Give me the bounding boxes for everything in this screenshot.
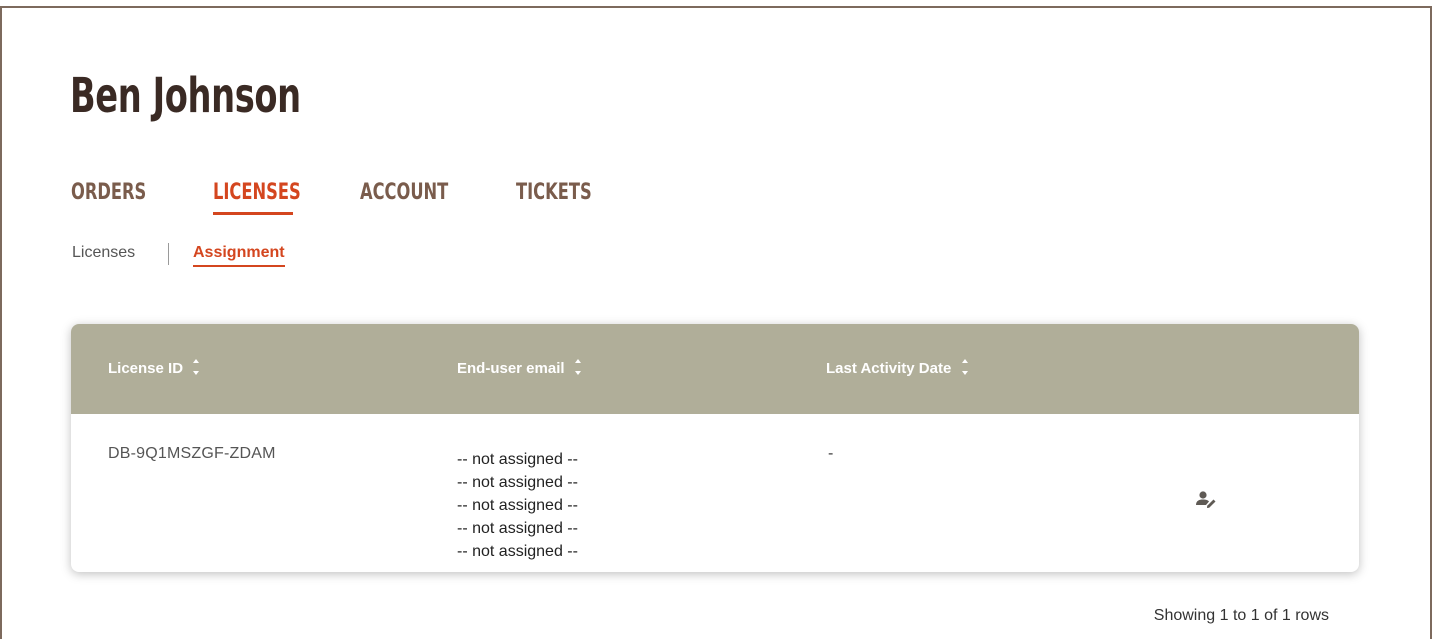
column-header-license-id[interactable]: License ID [108,359,201,379]
pagination-info: Showing 1 to 1 of 1 rows [1153,607,1329,624]
end-user-email-cell: -- not assigned -- -- not assigned -- --… [457,448,578,563]
page-frame: Ben Johnson ORDERS LICENSES ACCOUNT TICK… [0,6,1432,639]
license-assignment-table: License ID End-user email Last Activity … [71,324,1359,572]
tab-orders[interactable]: ORDERS [71,178,146,208]
table-header: License ID End-user email Last Activity … [71,324,1359,414]
email-entry: -- not assigned -- [457,497,578,514]
sort-icon[interactable] [574,357,583,377]
table-row: DB-9Q1MSZGF-ZDAM -- not assigned -- -- n… [71,414,1359,572]
column-header-label: License ID [108,359,184,377]
email-entry: -- not assigned -- [457,520,578,537]
email-entry: -- not assigned -- [457,543,578,560]
license-id-cell: DB-9Q1MSZGF-ZDAM [108,445,276,462]
tab-licenses[interactable]: LICENSES [213,178,301,208]
sort-icon[interactable] [961,357,970,377]
subtab-divider [168,243,169,265]
tab-tickets[interactable]: TICKETS [516,178,592,208]
column-header-last-activity-date[interactable]: Last Activity Date [826,359,970,379]
subtab-assignment[interactable]: Assignment [193,241,285,267]
email-entry: -- not assigned -- [457,451,578,468]
sort-icon[interactable] [193,357,201,377]
page-title: Ben Johnson [70,68,301,124]
column-header-end-user-email[interactable]: End-user email [457,359,583,379]
subtab-licenses[interactable]: Licenses [72,241,135,265]
last-activity-cell: - [828,445,834,462]
column-header-label: Last Activity Date [826,359,952,377]
edit-user-icon[interactable] [1194,489,1218,509]
email-entry: -- not assigned -- [457,474,578,491]
active-tab-indicator [213,212,293,215]
tab-account[interactable]: ACCOUNT [360,178,448,208]
column-header-label: End-user email [457,359,565,377]
